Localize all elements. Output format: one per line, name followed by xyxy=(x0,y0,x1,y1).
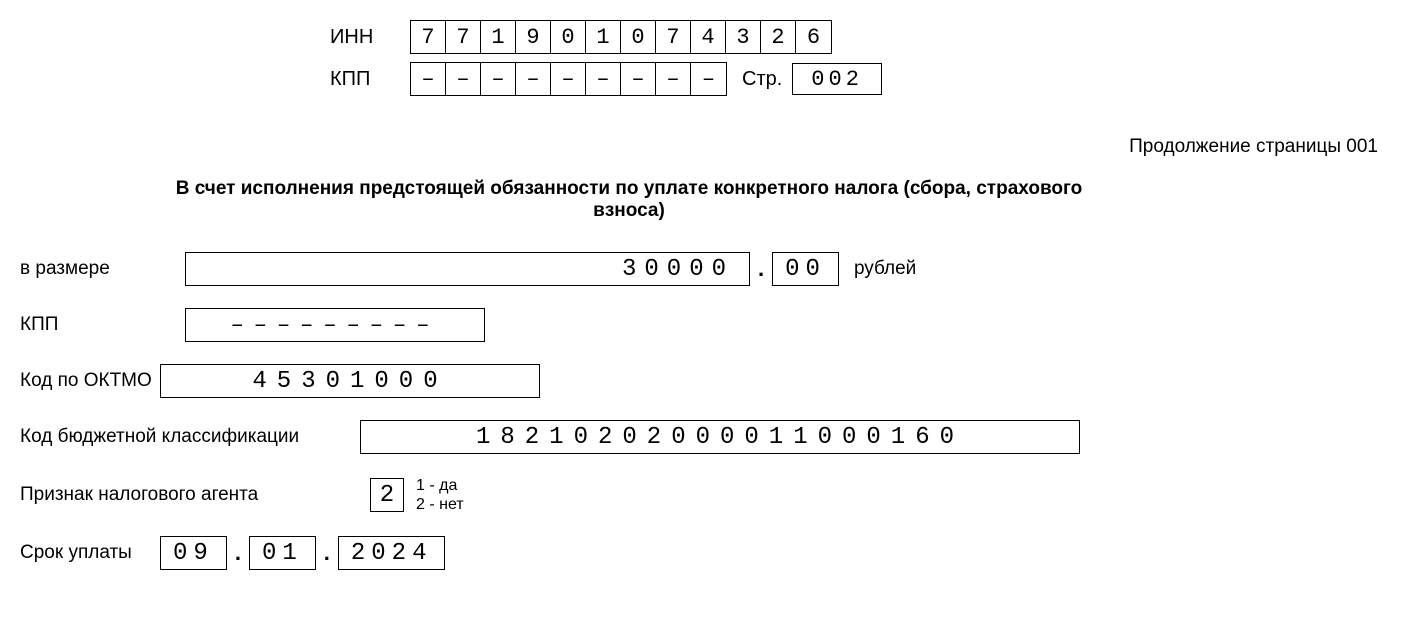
inn-digit: 6 xyxy=(796,21,831,53)
deadline-month: 01 xyxy=(249,536,316,570)
kbk-label: Код бюджетной классификации xyxy=(20,426,360,448)
agent-value: 2 xyxy=(370,478,404,512)
kpp-digit: – xyxy=(621,63,656,95)
deadline-year: 2024 xyxy=(338,536,446,570)
continuation-text: Продолжение страницы 001 xyxy=(20,136,1378,158)
agent-legend-no: 2 - нет xyxy=(416,495,464,514)
amount-integer: 30000 xyxy=(185,252,750,286)
kpp2-row: КПП ––––––––– xyxy=(20,308,1398,342)
inn-digit: 7 xyxy=(411,21,446,53)
kpp-digit: – xyxy=(481,63,516,95)
inn-digit: 1 xyxy=(481,21,516,53)
kpp-row: КПП – – – – – – – – – Стр. 002 xyxy=(330,62,1398,96)
oktmo-value: 45301000 xyxy=(160,364,540,398)
agent-label: Признак налогового агента xyxy=(20,484,370,506)
inn-label: ИНН xyxy=(330,26,410,49)
inn-digit: 3 xyxy=(726,21,761,53)
page-label: Стр. xyxy=(742,68,782,91)
amount-unit: рублей xyxy=(854,258,916,280)
inn-digit: 7 xyxy=(656,21,691,53)
kpp-digit: – xyxy=(446,63,481,95)
kpp-digit: – xyxy=(586,63,621,95)
oktmo-row: Код по ОКТМО 45301000 xyxy=(20,364,1398,398)
inn-digit: 4 xyxy=(691,21,726,53)
inn-digit: 2 xyxy=(761,21,796,53)
inn-digit: 0 xyxy=(621,21,656,53)
kbk-value: 18210202000011000160 xyxy=(360,420,1080,454)
page-number: 002 xyxy=(792,63,882,95)
inn-row: ИНН 7 7 1 9 0 1 0 7 4 3 2 6 xyxy=(330,20,1398,54)
amount-separator: . xyxy=(758,256,764,282)
kpp2-value: ––––––––– xyxy=(185,308,485,342)
inn-cells: 7 7 1 9 0 1 0 7 4 3 2 6 xyxy=(410,20,832,54)
inn-digit: 7 xyxy=(446,21,481,53)
agent-legend: 1 - да 2 - нет xyxy=(416,476,464,514)
inn-digit: 1 xyxy=(586,21,621,53)
agent-row: Признак налогового агента 2 1 - да 2 - н… xyxy=(20,476,1398,514)
inn-digit: 0 xyxy=(551,21,586,53)
kpp-digit: – xyxy=(691,63,726,95)
kpp-cells: – – – – – – – – – xyxy=(410,62,727,96)
kpp-digit: – xyxy=(516,63,551,95)
kbk-row: Код бюджетной классификации 182102020000… xyxy=(20,420,1398,454)
amount-label: в размере xyxy=(20,258,185,280)
deadline-day: 09 xyxy=(160,536,227,570)
section-title: В счет исполнения предстоящей обязанност… xyxy=(160,178,1098,222)
deadline-sep1: . xyxy=(235,540,241,566)
kpp-label: КПП xyxy=(330,68,410,91)
kpp-digit: – xyxy=(551,63,586,95)
kpp-digit: – xyxy=(656,63,691,95)
deadline-row: Срок уплаты 09 . 01 . 2024 xyxy=(20,536,1398,570)
deadline-sep2: . xyxy=(324,540,330,566)
agent-legend-yes: 1 - да xyxy=(416,476,464,495)
amount-row: в размере 30000 . 00 рублей xyxy=(20,252,1398,286)
deadline-label: Срок уплаты xyxy=(20,542,160,564)
amount-decimal: 00 xyxy=(772,252,839,286)
kpp-digit: – xyxy=(411,63,446,95)
kpp2-label: КПП xyxy=(20,314,185,336)
inn-digit: 9 xyxy=(516,21,551,53)
